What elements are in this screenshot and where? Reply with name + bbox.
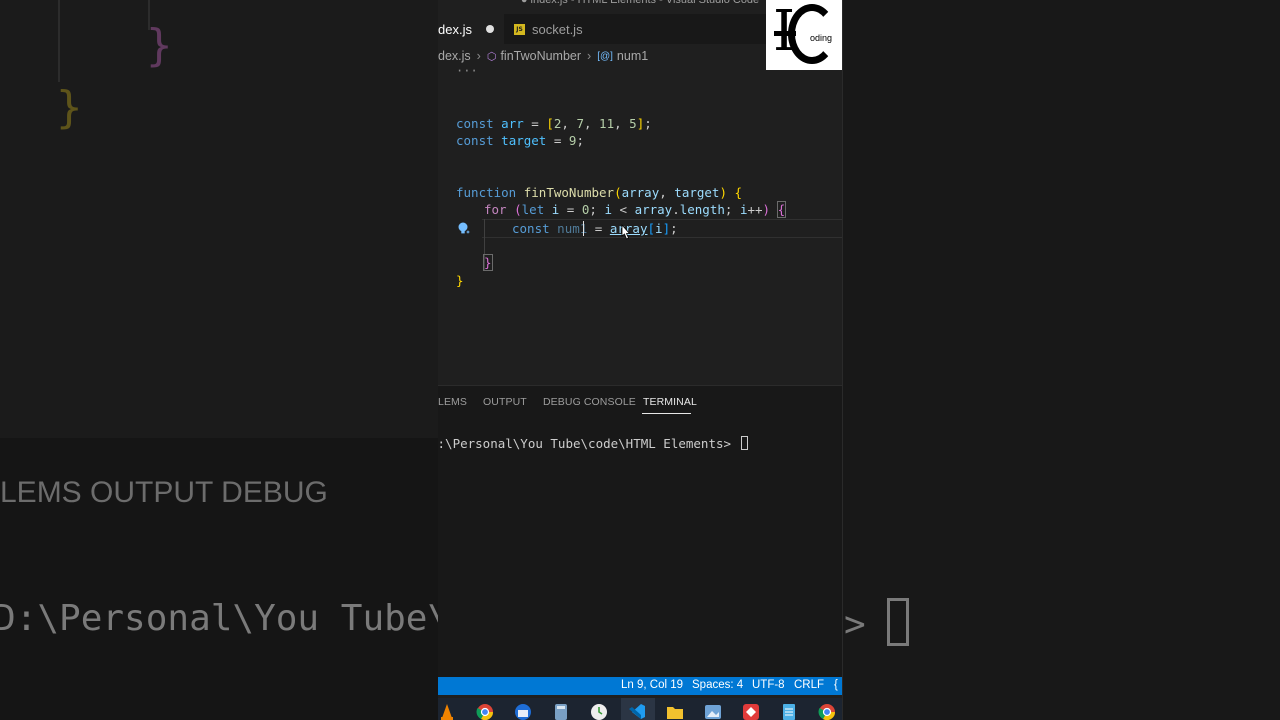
- calculator-icon[interactable]: [552, 703, 570, 720]
- tab-output[interactable]: OUTPUT: [483, 396, 527, 408]
- folded-lines-indicator[interactable]: ···: [456, 64, 478, 78]
- tab-socket-js[interactable]: JS socket.js: [504, 14, 614, 44]
- channel-logo: I oding: [766, 0, 842, 70]
- code-line: }: [483, 254, 493, 271]
- background-terminal-path: D:\Personal\You Tube\: [0, 598, 438, 639]
- tab-label: dex.js: [438, 21, 472, 37]
- code-editor[interactable]: ··· const arr = [2, 7, 11, 5]; const tar…: [438, 64, 842, 386]
- status-bar: Ln 9, Col 19 Spaces: 4 UTF-8 CRLF {: [438, 677, 842, 695]
- tab-problems[interactable]: LEMS: [438, 396, 467, 408]
- background-brace: }: [146, 20, 173, 71]
- code-line: }: [456, 273, 464, 288]
- background-editor: [0, 0, 438, 438]
- background-left-panel: } } LEMS OUTPUT DEBUG D:\Personal\You Tu…: [0, 0, 438, 720]
- breadcrumb-file[interactable]: dex.js: [438, 49, 471, 63]
- chrome-icon[interactable]: [476, 703, 494, 720]
- code-line: function finTwoNumber(array, target) {: [456, 185, 743, 200]
- text-cursor: [583, 221, 584, 236]
- unsaved-dot-icon[interactable]: [486, 25, 494, 33]
- vlc-icon[interactable]: [440, 703, 454, 720]
- code-line: const arr = [2, 7, 11, 5];: [456, 116, 652, 131]
- thunderbird-icon[interactable]: [514, 703, 532, 720]
- file-explorer-icon[interactable]: [666, 703, 684, 720]
- terminal-prompt: D:\Personal\You Tube\code\HTML Elements>: [438, 436, 732, 451]
- line-ending[interactable]: CRLF: [794, 679, 824, 691]
- clock-icon[interactable]: [590, 703, 608, 720]
- anydesk-icon[interactable]: [742, 703, 760, 720]
- bottom-panel: LEMS OUTPUT DEBUG CONSOLE TERMINAL D:\Pe…: [438, 385, 842, 677]
- encoding[interactable]: UTF-8: [752, 679, 785, 691]
- logo-crossbar: [774, 31, 796, 36]
- tab-index-js[interactable]: dex.js: [438, 14, 504, 44]
- logo-text: oding: [810, 33, 833, 43]
- variable-icon: [@]: [597, 50, 613, 62]
- active-tab-indicator: [642, 413, 691, 414]
- chevron-right-icon: ›: [476, 49, 481, 63]
- chrome-icon[interactable]: [818, 703, 836, 720]
- indentation[interactable]: Spaces: 4: [692, 679, 743, 691]
- code-line: const target = 9;: [456, 133, 584, 148]
- chevron-right-icon: ›: [587, 49, 592, 63]
- tab-debug-console[interactable]: DEBUG CONSOLE: [543, 396, 636, 408]
- vscode-icon[interactable]: [628, 703, 646, 720]
- language-mode-icon[interactable]: {: [834, 679, 838, 691]
- breadcrumb-symbol[interactable]: num1: [617, 49, 648, 63]
- lightbulb-icon[interactable]: [457, 221, 471, 235]
- function-cube-icon: ⬡: [486, 50, 497, 63]
- terminal[interactable]: D:\Personal\You Tube\code\HTML Elements>: [438, 436, 748, 451]
- js-file-icon: JS: [514, 23, 525, 35]
- tab-terminal[interactable]: TERMINAL: [643, 396, 697, 408]
- notepad-icon[interactable]: [780, 703, 798, 720]
- terminal-cursor: [740, 436, 748, 450]
- background-brace: }: [56, 82, 83, 133]
- cursor-position[interactable]: Ln 9, Col 19: [621, 679, 683, 691]
- vscode-window: ● index.js - HTML Elements - Visual Stud…: [438, 0, 842, 720]
- breadcrumb-function[interactable]: finTwoNumber: [500, 49, 581, 63]
- mouse-pointer-icon: [621, 224, 631, 240]
- code-line: const num1 = array[i];: [512, 221, 678, 236]
- photos-icon[interactable]: [704, 703, 722, 720]
- taskbar: [438, 698, 842, 720]
- background-terminal-cursor: >: [844, 598, 910, 646]
- background-panel-tabs: LEMS OUTPUT DEBUG: [0, 476, 328, 509]
- code-line: for (let i = 0; i < array.length; i++) {: [484, 201, 787, 218]
- tab-label: socket.js: [532, 21, 583, 37]
- background-right-panel: >: [842, 0, 1280, 720]
- background-guide: [58, 0, 60, 82]
- background-border: [842, 0, 843, 720]
